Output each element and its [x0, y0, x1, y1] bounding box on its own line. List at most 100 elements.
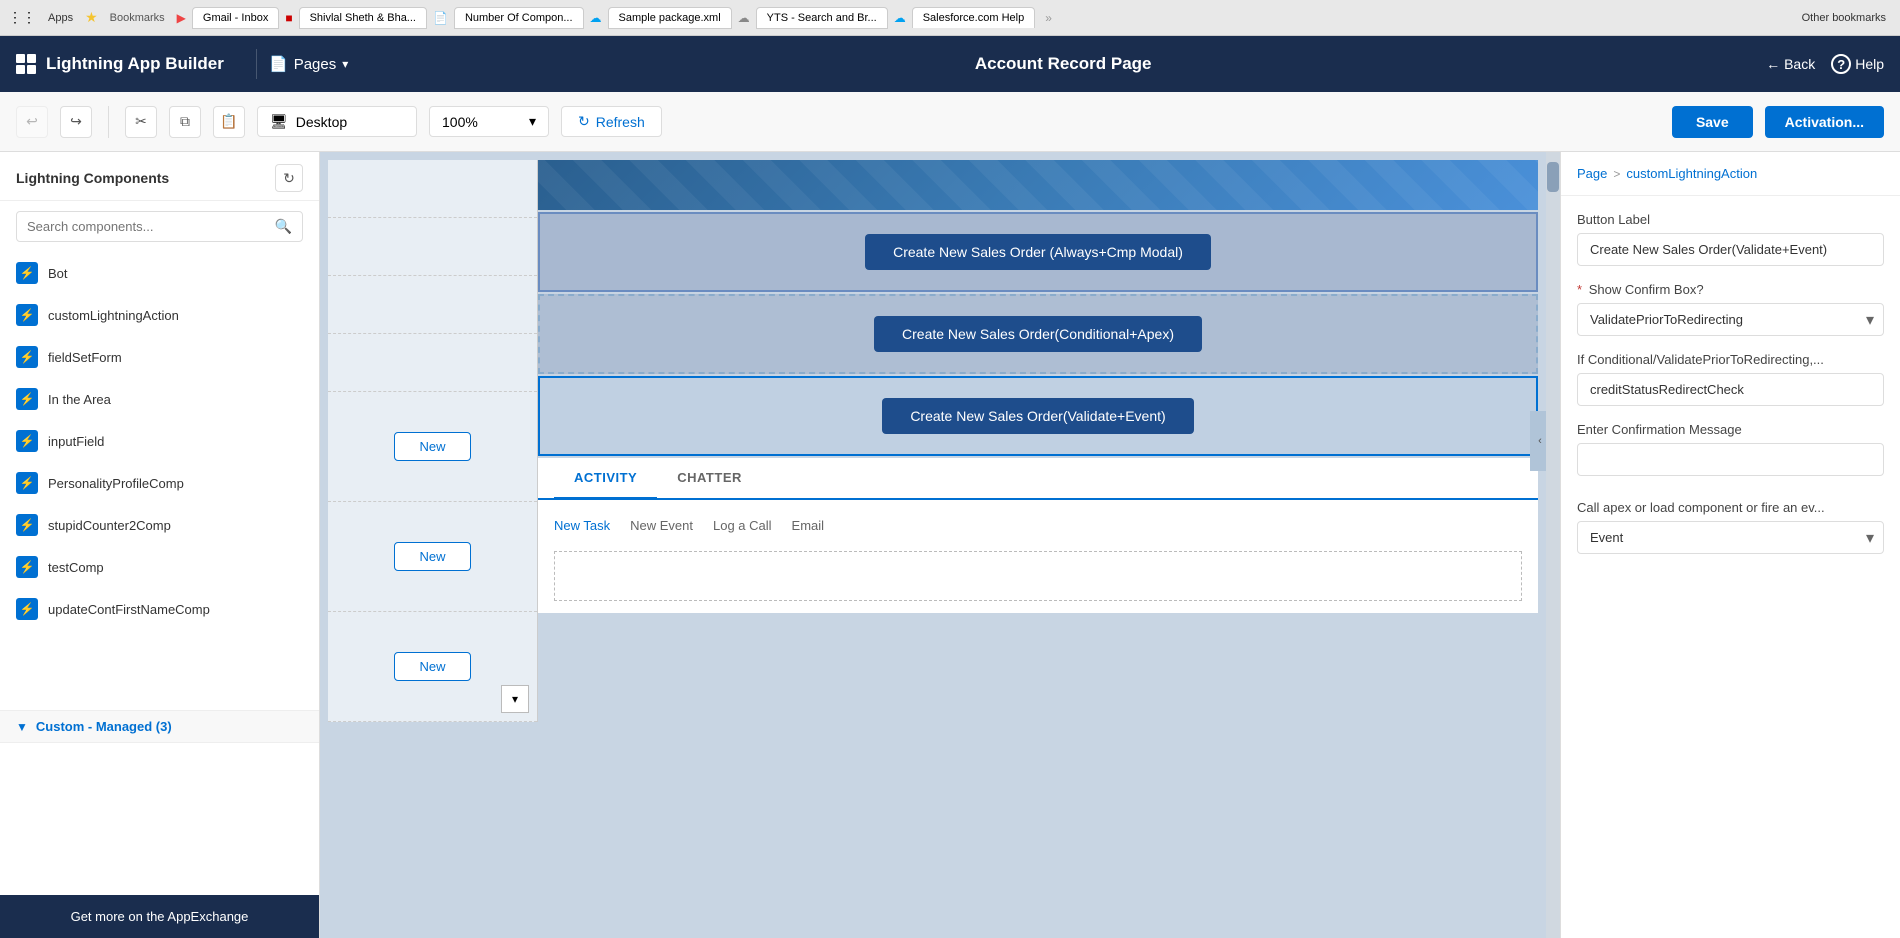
sales-order-button-1[interactable]: Create New Sales Order (Always+Cmp Modal…	[865, 234, 1211, 270]
lightning-icon-2: ⚡	[16, 346, 38, 368]
scrollbar-thumb[interactable]	[1547, 162, 1559, 192]
confirm-message-label: Enter Confirmation Message	[1577, 422, 1884, 437]
zoom-select[interactable]: 100% ▾	[429, 106, 549, 137]
sidebar-title: Lightning Components	[16, 170, 169, 186]
sidebar-refresh-button[interactable]: ↻	[275, 164, 303, 192]
sf-help-tab[interactable]: Salesforce.com Help	[912, 7, 1036, 28]
components-list: ⚡ Bot ⚡ customLightningAction ⚡ fieldSet…	[0, 252, 319, 895]
canvas-inner: New New New ▾ ‹	[320, 152, 1546, 730]
nav-actions: ← Back ? Help	[1766, 54, 1884, 74]
component-name-2: fieldSetForm	[48, 350, 122, 365]
paste-button[interactable]: 📋	[213, 106, 245, 138]
list-item[interactable]: ⚡ Bot	[0, 252, 319, 294]
refresh-label: Refresh	[596, 114, 645, 130]
list-item[interactable]: ⚡ testComp	[0, 546, 319, 588]
apps-tab[interactable]: Apps	[42, 10, 79, 26]
component-name-0: Bot	[48, 266, 68, 281]
canvas-area: New New New ▾ ‹	[320, 152, 1560, 938]
component-name-5: PersonalityProfileComp	[48, 476, 184, 491]
canvas-panel-new-1: New	[328, 392, 537, 502]
refresh-button[interactable]: ↻ Refresh	[561, 106, 662, 137]
sales-order-button-2[interactable]: Create New Sales Order(Conditional+Apex)	[874, 316, 1202, 352]
lightning-icon-4: ⚡	[16, 430, 38, 452]
list-item[interactable]: ⚡ inputField	[0, 420, 319, 462]
button-section-1: Create New Sales Order (Always+Cmp Modal…	[538, 212, 1538, 292]
if-conditional-input[interactable]	[1577, 373, 1884, 406]
sidebar-header: Lightning Components ↻	[0, 152, 319, 201]
other-bookmarks[interactable]: Other bookmarks	[1796, 10, 1892, 26]
list-item[interactable]: ⚡ updateContFirstNameComp	[0, 588, 319, 630]
activity-tab-email[interactable]: Email	[792, 512, 825, 539]
activity-tab-newevent[interactable]: New Event	[630, 512, 693, 539]
button-label-input[interactable]	[1577, 233, 1884, 266]
list-item[interactable]: ⚡ fieldSetForm	[0, 336, 319, 378]
canvas-main: ‹ Create New Sales Order (Always+Cmp Mod…	[538, 160, 1538, 722]
tab-chatter[interactable]: CHATTER	[657, 458, 762, 498]
list-item[interactable]: ⚡ customLightningAction	[0, 294, 319, 336]
show-confirm-select-wrapper: ValidatePriorToRedirecting Always Never …	[1577, 303, 1884, 336]
canvas-left-panel: New New New ▾	[328, 160, 538, 722]
redo-button[interactable]: ↪	[60, 106, 92, 138]
canvas-scrollbar[interactable]	[1546, 152, 1560, 938]
activation-button[interactable]: Activation...	[1765, 106, 1884, 138]
sales-order-button-3[interactable]: Create New Sales Order(Validate+Event)	[882, 398, 1193, 434]
new-button-1[interactable]: New	[394, 432, 470, 461]
help-button[interactable]: ? Help	[1831, 54, 1884, 74]
pages-icon: 📄	[269, 55, 288, 73]
cut-button[interactable]: ✂	[125, 106, 157, 138]
activity-tab-logcall[interactable]: Log a Call	[713, 512, 772, 539]
gmail-tab[interactable]: Gmail - Inbox	[192, 7, 279, 29]
device-select[interactable]: 🖥 Desktop	[257, 106, 417, 137]
lightning-icon-5: ⚡	[16, 472, 38, 494]
list-item[interactable]: ⚡ PersonalityProfileComp	[0, 462, 319, 504]
canvas-panel-row-1	[328, 160, 537, 218]
bookmarks-tab[interactable]: Bookmarks	[104, 10, 171, 26]
form-section: Button Label * Show Confirm Box? Validat…	[1561, 196, 1900, 586]
back-button[interactable]: ← Back	[1766, 56, 1815, 72]
show-confirm-select[interactable]: ValidatePriorToRedirecting Always Never …	[1577, 303, 1884, 336]
required-star: *	[1577, 282, 1582, 297]
breadcrumb-separator: >	[1613, 167, 1620, 181]
canvas-scroll[interactable]: New New New ▾ ‹	[320, 152, 1560, 938]
save-button[interactable]: Save	[1672, 106, 1753, 138]
new-button-2[interactable]: New	[394, 542, 470, 571]
drop-arrow-button[interactable]: ▾	[501, 685, 529, 713]
canvas-panel-new-3: New ▾	[328, 612, 537, 722]
component-name-4: inputField	[48, 434, 104, 449]
list-item[interactable]: ⚡ In the Area	[0, 378, 319, 420]
breadcrumb-current[interactable]: customLightningAction	[1626, 166, 1757, 181]
show-confirm-label: * Show Confirm Box?	[1577, 282, 1884, 297]
breadcrumb-parent[interactable]: Page	[1577, 166, 1607, 181]
search-input[interactable]	[27, 219, 275, 234]
list-item[interactable]: ⚡ stupidCounter2Comp	[0, 504, 319, 546]
undo-button[interactable]: ↩	[16, 106, 48, 138]
shivlal-tab[interactable]: Shivlal Sheth & Bha...	[299, 7, 427, 29]
app-grid-icon	[16, 54, 36, 74]
numcomp-tab[interactable]: Number Of Compon...	[454, 7, 584, 29]
search-box[interactable]: 🔍	[16, 211, 303, 242]
lightning-icon-1: ⚡	[16, 304, 38, 326]
activity-input-area[interactable]	[554, 551, 1522, 601]
new-button-3[interactable]: New	[394, 652, 470, 681]
toolbar-separator-1	[108, 106, 109, 138]
copy-button[interactable]: ⧉	[169, 106, 201, 138]
lightning-icon-8: ⚡	[16, 598, 38, 620]
lightning-icon-7: ⚡	[16, 556, 38, 578]
confirm-message-input[interactable]	[1577, 443, 1884, 476]
pages-button[interactable]: 📄 Pages ▾	[256, 49, 360, 79]
sample-tab[interactable]: Sample package.xml	[608, 7, 732, 29]
activity-tab-newtask[interactable]: New Task	[554, 512, 610, 539]
pages-chevron-icon: ▾	[342, 57, 348, 71]
breadcrumb: Page > customLightningAction	[1577, 166, 1884, 181]
right-panel-header: Page > customLightningAction	[1561, 152, 1900, 196]
lightning-icon-0: ⚡	[16, 262, 38, 284]
appexchange-banner[interactable]: Get more on the AppExchange	[0, 895, 319, 938]
zoom-chevron-icon: ▾	[529, 113, 536, 130]
custom-managed-section[interactable]: ▼ Custom - Managed (3)	[0, 710, 319, 743]
yts-tab[interactable]: YTS - Search and Br...	[756, 7, 888, 29]
call-apex-select[interactable]: Event Apex Component	[1577, 521, 1884, 554]
right-panel: Page > customLightningAction Button Labe…	[1560, 152, 1900, 938]
tab-activity[interactable]: ACTIVITY	[554, 458, 657, 500]
page-title: Account Record Page	[360, 54, 1766, 74]
canvas-tab-bar: ACTIVITY CHATTER	[538, 458, 1538, 500]
